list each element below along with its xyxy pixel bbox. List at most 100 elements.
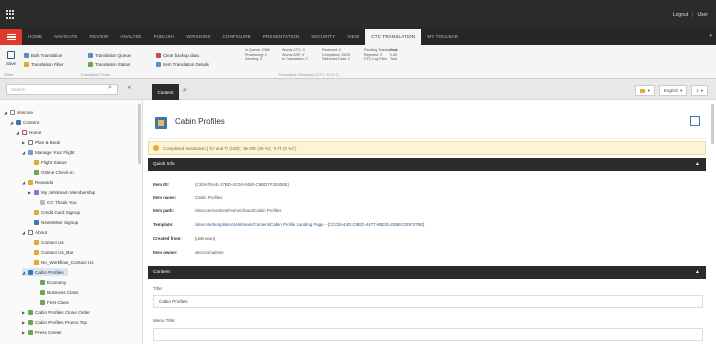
caret-icon: ▾	[647, 87, 650, 93]
language-label: English	[663, 88, 679, 93]
tree-item-newsletter-signup[interactable]: Newsletter Signup	[28, 218, 78, 226]
info-row-item-id: Item ID: {C63AF5AE-17BD-4C04-9490-C9BD7F…	[153, 182, 289, 187]
info-key: Created from:	[153, 236, 182, 241]
warning-text: Completed translation [ 'fo' and 'fr (10…	[163, 146, 298, 151]
options-button[interactable]: ▾	[635, 85, 655, 96]
tab-configure[interactable]: CONFIGURE	[216, 29, 256, 45]
translation-filter-button[interactable]: Translation Filter	[24, 60, 64, 68]
translation-filter-label: Translation Filter	[31, 61, 64, 67]
translation-status-button[interactable]: Translation Status	[88, 60, 130, 68]
item-title: Cabin Profiles	[175, 117, 225, 126]
tree-item-business-class[interactable]: Business Class	[34, 288, 78, 296]
tree-item-cabin-profiles[interactable]: ◢ Cabin Profiles	[22, 268, 68, 276]
options-icon	[640, 88, 646, 93]
chevron-up-icon[interactable]: ▲	[695, 161, 700, 167]
editor-scrollbar[interactable]	[711, 104, 714, 144]
logout-link[interactable]: Logout	[673, 12, 688, 18]
tree-item-sitecore[interactable]: ◢ sitecore	[4, 108, 33, 116]
status-line: CTC Log Files	[364, 57, 387, 61]
content-tree: ◢ sitecore ◢ Content ◢ Home ▶ Plan & Book ◢ M…	[0, 100, 143, 344]
info-key: Item ID:	[153, 182, 170, 187]
tab-view[interactable]: VIEW	[341, 29, 365, 45]
ribbon: Save Write Bulk Translation Translation …	[0, 45, 716, 79]
tab-versions[interactable]: VERSIONS	[180, 29, 217, 45]
status-line: In Translation: 0	[282, 57, 308, 61]
version-icon: 1	[696, 88, 699, 93]
chevron-up-icon[interactable]: ▲	[695, 269, 700, 275]
hamburger-menu-icon[interactable]	[0, 29, 22, 45]
language-selector[interactable]: English ▾	[658, 85, 688, 96]
content-search-icon[interactable]: ⌕	[183, 87, 187, 95]
item-translation-details-button[interactable]: Item Translation Details	[156, 60, 209, 68]
tab-review[interactable]: REVIEW	[84, 29, 115, 45]
quick-info-header[interactable]: Quick Info ▲	[148, 158, 706, 171]
info-row-template: Template: /sitecore/templates/Jetstream/…	[153, 222, 424, 227]
tree-item-contact-us-bar[interactable]: Contact Us_Bar	[28, 248, 73, 256]
tab-navigate[interactable]: NAVIGATE	[48, 29, 83, 45]
ribbon-tab-strip: HOME NAVIGATE REVIEW ANALYZE PUBLISH VER…	[0, 29, 716, 45]
app-launcher-icon[interactable]	[6, 10, 15, 19]
search-input[interactable]: Search	[6, 84, 118, 95]
status-line: Delivered Data: 0	[322, 57, 350, 61]
translation-status-label: Translation Status	[95, 61, 131, 67]
menu-title-field[interactable]	[153, 328, 703, 341]
tree-item-flight-status[interactable]: Flight Status	[28, 158, 67, 166]
tree-item-rewards[interactable]: ◢ Rewards	[22, 178, 53, 186]
tree-item-contact-us[interactable]: Contact Us	[28, 238, 64, 246]
cabin-profile-icon	[155, 117, 167, 129]
tab-publish[interactable]: PUBLISH	[148, 29, 180, 45]
bulk-translation-label: Bulk Translation	[31, 52, 63, 58]
search-icon[interactable]: ⌕	[108, 84, 112, 92]
tab-security[interactable]: SECURITY	[305, 29, 341, 45]
tree-item-membership[interactable]: ▶ My Jetstream Membership	[28, 188, 95, 196]
translation-warning: Completed translation [ 'fo' and 'fr (10…	[148, 141, 706, 155]
tab-content[interactable]: Content	[152, 84, 179, 100]
info-row-created-from: Created from: [unknown]	[153, 236, 215, 241]
translation-queue-button[interactable]: Translation Queue	[88, 51, 131, 59]
ribbon-collapse-icon[interactable]: ▾	[709, 33, 712, 39]
info-row-item-path: Item path: /sitecore/content/Home/About/…	[153, 208, 281, 213]
tab-presentation[interactable]: PRESENTATION	[257, 29, 305, 45]
version-selector[interactable]: 1 ▾	[691, 85, 708, 96]
save-button[interactable]: Save	[4, 51, 18, 66]
template-link[interactable]: /sitecore/templates/Jetstream/Content/Ca…	[195, 222, 424, 227]
clear-backup-label: Clear backup data	[163, 52, 199, 58]
warning-icon	[153, 145, 159, 151]
details-group: Clear backup data Item Translation Detai…	[156, 47, 230, 77]
bulk-translation-icon	[24, 52, 29, 58]
content-section-header[interactable]: Content ▲	[148, 266, 706, 279]
status-line: Sending: 0	[245, 57, 263, 61]
tree-item-credit-card-signup[interactable]: Credit Card Signup	[28, 208, 80, 216]
tree-item-press-center[interactable]: ▶ Press Center	[22, 328, 62, 336]
user-menu[interactable]: User	[697, 12, 708, 18]
tree-item-cc-thank-you[interactable]: CC Thank You	[34, 198, 77, 206]
separator: |	[692, 12, 694, 18]
clear-backup-button[interactable]: Clear backup data	[156, 51, 199, 59]
bulk-translation-button[interactable]: Bulk Translation	[24, 51, 62, 59]
tree-item-cabin-profiles-clone[interactable]: ▶ Cabin Profiles Clone Order	[22, 308, 90, 316]
tab-analyze[interactable]: ANALYZE	[114, 29, 147, 45]
title-field[interactable]: Cabin Profiles	[153, 295, 703, 308]
tree-scrollbar[interactable]	[138, 104, 141, 164]
tree-item-economy[interactable]: Economy	[34, 278, 66, 286]
tree-item-no-workflow-contact-us[interactable]: No_Workflow_Contact Us	[28, 258, 94, 266]
tree-item-cabin-profiles-promo[interactable]: ▶ Cabin Profiles Promo Top	[22, 318, 87, 326]
tree-item-content[interactable]: ◢ Content	[10, 118, 39, 126]
tree-item-manage-flight[interactable]: ◢ Manage Your Flight	[22, 148, 75, 156]
tree-item-online-checkin[interactable]: Online Check-in	[28, 168, 74, 176]
translation-queue-label: Translation Queue	[95, 52, 131, 58]
tree-item-home[interactable]: ◢ Home	[16, 128, 41, 136]
tree-item-first-class[interactable]: First Class	[34, 298, 69, 306]
write-caption: Write	[4, 72, 14, 77]
filter-icon	[24, 61, 29, 67]
tab-home[interactable]: HOME	[22, 29, 48, 45]
tab-my-toolbar[interactable]: MY TOOLBAR	[421, 29, 464, 45]
tree-item-about[interactable]: ◢ About	[22, 228, 47, 236]
chevron-down-icon[interactable]: ▾	[128, 85, 131, 91]
item-info-icon[interactable]	[690, 116, 700, 126]
tree-item-plan-book[interactable]: ▶ Plan & Book	[22, 138, 60, 146]
caret-icon: ▾	[700, 87, 703, 93]
info-value: Cabin Profiles	[195, 195, 223, 200]
status-line: Pending Translations	[364, 48, 398, 52]
tab-ctc-translation[interactable]: CTC TRANSLATION	[365, 29, 422, 45]
